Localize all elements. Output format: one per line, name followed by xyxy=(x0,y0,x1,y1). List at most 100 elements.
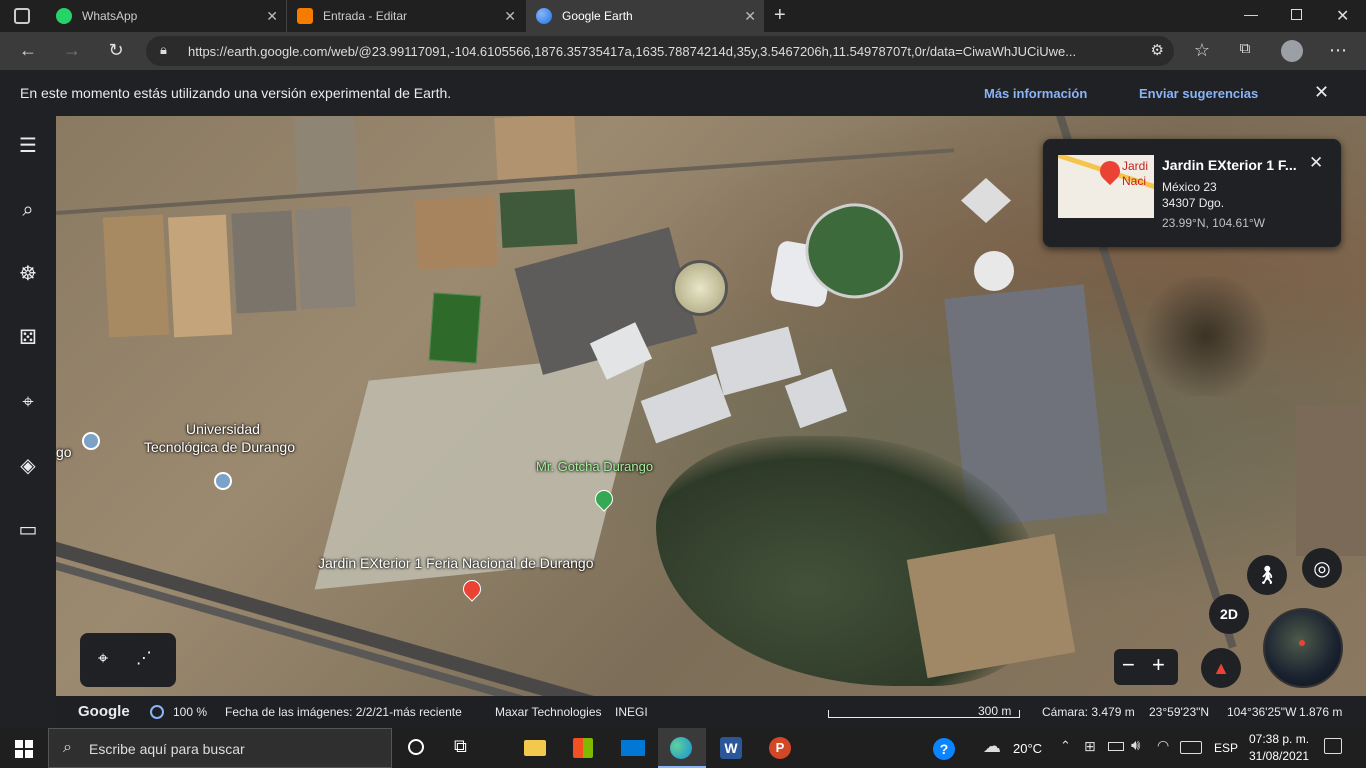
map-label-left-cut: go xyxy=(56,444,72,460)
red-place-pin-icon xyxy=(1095,156,1125,186)
toggle-2d-label: 2D xyxy=(1220,606,1238,622)
whatsapp-icon xyxy=(56,8,72,24)
tab-label: WhatsApp xyxy=(82,9,138,23)
arena-dome xyxy=(672,260,728,316)
add-placemark-icon[interactable]: ⌖ xyxy=(98,648,108,669)
map-label-university[interactable]: Universidad xyxy=(186,421,260,437)
weather-temp[interactable]: 20°C xyxy=(1013,741,1042,756)
search-icon: ⌕ xyxy=(63,739,72,756)
tab-blogger[interactable]: Entrada - Editar ✕ xyxy=(286,0,524,32)
farm-field xyxy=(414,195,498,271)
place-title: Jardin EXterior 1 F... xyxy=(1162,157,1297,173)
close-card-icon[interactable]: ✕ xyxy=(1309,153,1323,173)
compass-icon[interactable]: ▲ xyxy=(1201,648,1241,688)
site-settings-icon[interactable]: ⚙ xyxy=(1151,41,1164,59)
powerpoint-icon[interactable]: P xyxy=(769,737,791,759)
file-explorer-icon[interactable] xyxy=(524,740,546,756)
volume-icon[interactable]: 🔊︎ xyxy=(1131,737,1140,754)
projects-pin-icon[interactable]: ⌖ xyxy=(16,390,40,414)
camera-altitude: Cámara: 3.479 m xyxy=(1042,705,1135,719)
place-thumbnail[interactable]: Jardi Naci xyxy=(1058,155,1154,218)
map-label-university[interactable]: Tecnológica de Durango xyxy=(144,439,295,455)
close-icon[interactable]: ✕ xyxy=(504,8,516,25)
farm-field xyxy=(102,214,170,338)
voyager-icon[interactable]: ☸ xyxy=(16,262,40,286)
menu-icon[interactable]: ☰ xyxy=(16,134,40,158)
zoom-controls: − + xyxy=(1114,649,1178,685)
wifi-icon[interactable]: ◠ xyxy=(1157,737,1169,754)
forward-button[interactable]: → xyxy=(60,40,84,61)
search-placeholder: Escribe aquí para buscar xyxy=(89,741,245,757)
university-marker-icon[interactable] xyxy=(214,472,232,490)
draw-path-icon[interactable]: ⋰ xyxy=(136,648,152,668)
cortana-icon[interactable] xyxy=(408,739,424,755)
input-language[interactable]: ESP xyxy=(1214,741,1238,755)
soccer-field xyxy=(428,292,482,364)
tab-whatsapp[interactable]: WhatsApp ✕ xyxy=(46,0,286,32)
more-menu-icon[interactable]: ⋯ xyxy=(1326,40,1350,61)
farm-field xyxy=(499,189,578,248)
university-marker-icon[interactable] xyxy=(82,432,100,450)
pegman-street-view-icon[interactable]: 🚶︎ xyxy=(1247,555,1287,595)
word-icon[interactable]: W xyxy=(720,737,742,759)
earth-status-bar: Google 100 % Fecha de las imágenes: 2/2/… xyxy=(56,696,1366,728)
close-icon[interactable]: ✕ xyxy=(266,8,278,25)
elevation: 1.876 m xyxy=(1299,705,1343,719)
place-info-card[interactable]: Jardi Naci Jardin EXterior 1 F... ✕ Méxi… xyxy=(1043,139,1341,247)
lock-icon: 🔒︎ xyxy=(160,42,167,57)
browser-tab-bar: WhatsApp ✕ Entrada - Editar ✕ Google Ear… xyxy=(0,0,1366,32)
windows-start-icon[interactable] xyxy=(15,740,33,758)
keyboard-icon[interactable] xyxy=(1180,741,1202,754)
clock-date[interactable]: 31/08/2021 xyxy=(1249,749,1309,763)
url-field[interactable]: 🔒︎ https://earth.google.com/web/@23.9911… xyxy=(146,36,1174,66)
task-view-icon[interactable]: ⧉ xyxy=(454,736,467,757)
network-icon[interactable]: ⊞ xyxy=(1084,738,1096,755)
back-button[interactable]: ← xyxy=(16,40,40,61)
close-window-button[interactable]: ✕ xyxy=(1336,6,1349,26)
close-notice-icon[interactable]: ✕ xyxy=(1314,82,1329,103)
edge-icon[interactable] xyxy=(670,737,692,759)
help-icon[interactable]: ? xyxy=(933,738,955,760)
map-style-layers-icon[interactable]: ◈ xyxy=(16,454,40,478)
send-feedback-link[interactable]: Enviar sugerencias xyxy=(1139,86,1258,101)
profile-avatar[interactable] xyxy=(1281,40,1303,62)
refresh-button[interactable]: ↻ xyxy=(104,40,128,61)
red-place-pin-icon[interactable] xyxy=(459,576,485,602)
measure-ruler-icon[interactable]: ▭ xyxy=(16,518,40,542)
weather-cloud-icon[interactable]: ☁ xyxy=(983,736,1001,757)
blogger-icon xyxy=(297,8,313,24)
more-info-link[interactable]: Más información xyxy=(984,86,1087,101)
zoom-out-button[interactable]: − xyxy=(1122,652,1135,678)
favorites-star-icon[interactable]: ☆ xyxy=(1190,40,1214,61)
battery-icon[interactable] xyxy=(1108,742,1124,751)
close-icon[interactable]: ✕ xyxy=(744,8,756,25)
farm-field xyxy=(167,214,233,338)
mail-icon[interactable] xyxy=(621,740,645,756)
tab-google-earth[interactable]: Google Earth ✕ xyxy=(526,0,764,32)
farm-field xyxy=(1296,406,1366,556)
zoom-in-button[interactable]: + xyxy=(1152,652,1165,678)
tray-chevron-icon[interactable]: ⌃ xyxy=(1060,738,1071,754)
inegi-credit: INEGI xyxy=(615,705,648,719)
imagery-date[interactable]: Fecha de las imágenes: 2/2/21-más recien… xyxy=(225,705,462,719)
drawing-tools-panel: ⌖ ⋰ xyxy=(80,633,176,687)
map-label-gotcha[interactable]: Mr. Gotcha Durango xyxy=(536,459,653,474)
google-earth-icon xyxy=(536,8,552,24)
globe-minimap[interactable] xyxy=(1263,608,1343,688)
toggle-2d-button[interactable]: 2D xyxy=(1209,594,1249,634)
search-icon[interactable]: ⌕ xyxy=(16,198,40,222)
notifications-icon[interactable] xyxy=(1324,738,1342,754)
fair-building xyxy=(640,373,732,444)
my-location-icon[interactable]: ◎ xyxy=(1302,548,1342,588)
feeling-lucky-dice-icon[interactable]: ⚄ xyxy=(16,326,40,350)
tab-actions-icon[interactable] xyxy=(14,8,30,24)
minimize-button[interactable]: — xyxy=(1244,6,1258,22)
map-label-jardin[interactable]: Jardin EXterior 1 Feria Nacional de Dura… xyxy=(318,555,593,571)
clock-time[interactable]: 07:38 p. m. xyxy=(1249,732,1309,746)
taskbar-search-box[interactable]: ⌕ Escribe aquí para buscar xyxy=(48,728,392,768)
store-icon[interactable] xyxy=(573,738,593,758)
new-tab-button[interactable]: + xyxy=(774,4,786,27)
collections-icon[interactable]: ⧉ xyxy=(1233,40,1257,57)
maximize-button[interactable] xyxy=(1291,9,1302,20)
imagery-credits: Maxar Technologies xyxy=(495,705,602,719)
